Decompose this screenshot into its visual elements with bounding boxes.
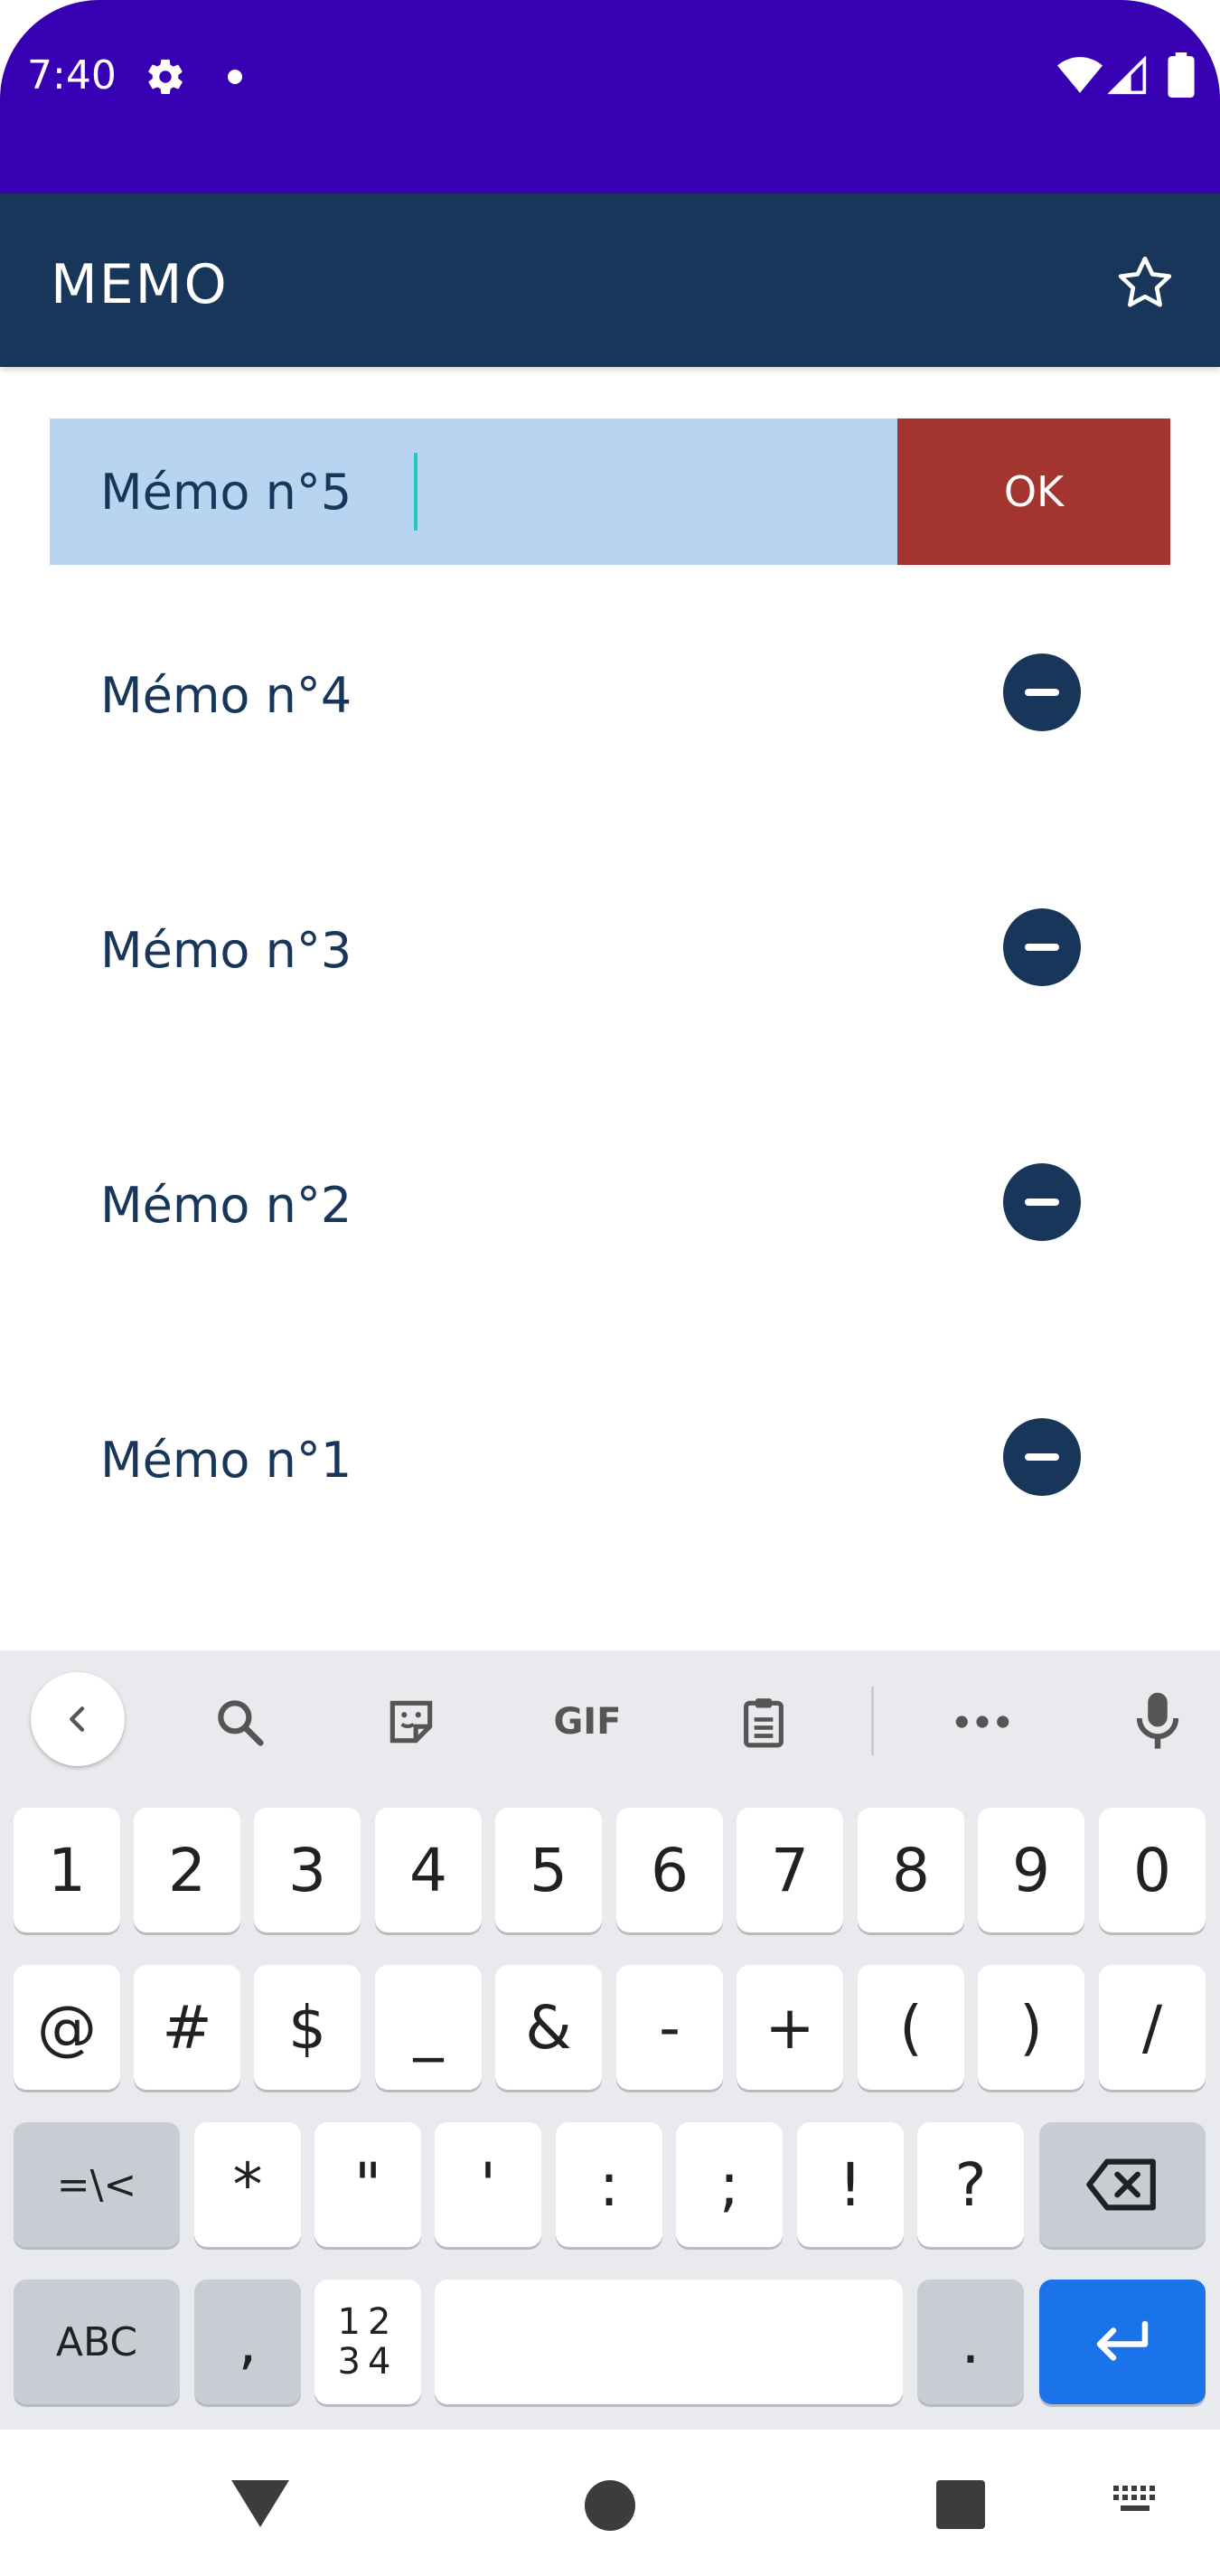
gif-label: GIF	[553, 1701, 622, 1743]
gif-icon[interactable]: GIF	[542, 1690, 633, 1753]
search-icon[interactable]	[208, 1690, 271, 1753]
remove-memo-button[interactable]	[1003, 653, 1081, 731]
space-key[interactable]	[435, 2280, 903, 2404]
chevron-left-icon[interactable]	[31, 1672, 125, 1766]
remove-memo-button[interactable]	[1003, 1163, 1081, 1241]
key-semicolon[interactable]: ;	[676, 2122, 783, 2247]
key-more-symbols[interactable]: =\<	[14, 2122, 180, 2247]
keyboard-switch-icon[interactable]	[1112, 2484, 1162, 2524]
key-slash[interactable]: /	[1099, 1965, 1206, 2090]
battery-icon	[1168, 52, 1195, 102]
key-double-quote[interactable]: "	[314, 2122, 421, 2247]
key-3[interactable]: 3	[254, 1808, 361, 1932]
key-plus[interactable]: +	[737, 1965, 843, 2090]
list-item[interactable]: Mémo n°4	[0, 566, 1220, 821]
key-9[interactable]: 9	[978, 1808, 1084, 1932]
key-dollar[interactable]: $	[254, 1965, 361, 2090]
remove-memo-button[interactable]	[1003, 908, 1081, 986]
status-bar: 7:40	[0, 0, 1220, 193]
key-8[interactable]: 8	[858, 1808, 964, 1932]
key-7[interactable]: 7	[737, 1808, 843, 1932]
key-hash[interactable]: #	[134, 1965, 240, 2090]
memo-label: Mémo n°2	[100, 1177, 352, 1234]
key-question[interactable]: ?	[917, 2122, 1024, 2247]
ok-button[interactable]: OK	[897, 418, 1170, 565]
clipboard-icon[interactable]	[732, 1690, 795, 1753]
key-ampersand[interactable]: &	[495, 1965, 602, 2090]
key-4[interactable]: 4	[375, 1808, 482, 1932]
numbers-key-top: 12	[337, 2301, 399, 2343]
key-asterisk[interactable]: *	[194, 2122, 301, 2247]
navigation-bar	[0, 2430, 1220, 2576]
abc-key[interactable]: ABC	[14, 2280, 180, 2404]
key-period[interactable]: .	[917, 2280, 1024, 2404]
key-6[interactable]: 6	[616, 1808, 723, 1932]
key-5[interactable]: 5	[495, 1808, 602, 1932]
enter-key[interactable]	[1039, 2280, 1206, 2404]
new-memo-row: OK	[50, 418, 1170, 565]
key-comma[interactable]: ,	[194, 2280, 301, 2404]
nav-recent-icon[interactable]	[936, 2480, 985, 2529]
text-caret	[414, 453, 418, 531]
backspace-key[interactable]	[1039, 2122, 1206, 2247]
list-item[interactable]: Mémo n°1	[0, 1330, 1220, 1585]
remove-memo-button[interactable]	[1003, 1418, 1081, 1496]
key-colon[interactable]: :	[556, 2122, 662, 2247]
memo-label: Mémo n°1	[100, 1432, 352, 1489]
key-minus[interactable]: -	[616, 1965, 723, 2090]
keyboard-toolbar: GIF	[0, 1650, 1220, 1788]
numbers-key-bottom: 34	[337, 2341, 399, 2383]
memo-label: Mémo n°4	[100, 667, 352, 724]
toolbar-divider	[871, 1687, 874, 1755]
key-single-quote[interactable]: '	[435, 2122, 541, 2247]
nav-back-icon[interactable]	[231, 2480, 289, 2527]
soft-keyboard: GIF 1 2 3 4 5 6 7 8 9 0 @ # $ _ & - + ( …	[0, 1650, 1220, 2430]
status-time: 7:40	[27, 52, 117, 99]
nav-home-icon[interactable]	[585, 2480, 635, 2531]
more-icon[interactable]	[951, 1690, 1014, 1753]
key-exclamation[interactable]: !	[797, 2122, 904, 2247]
page-title: MEMO	[51, 253, 229, 316]
signal-icon	[1107, 55, 1148, 100]
numbers-key[interactable]: 12 34	[314, 2280, 421, 2404]
app-bar: MEMO	[0, 193, 1220, 367]
key-1[interactable]: 1	[14, 1808, 120, 1932]
favorite-button[interactable]	[1113, 251, 1177, 315]
key-0[interactable]: 0	[1099, 1808, 1206, 1932]
key-underscore[interactable]: _	[375, 1965, 482, 2090]
memo-input[interactable]	[50, 418, 897, 565]
key-close-paren[interactable]: )	[978, 1965, 1084, 2090]
sticker-icon[interactable]	[380, 1690, 443, 1753]
key-2[interactable]: 2	[134, 1808, 240, 1932]
backspace-icon	[1086, 2158, 1156, 2211]
key-at[interactable]: @	[14, 1965, 120, 2090]
list-item[interactable]: Mémo n°3	[0, 821, 1220, 1076]
notification-dot-icon	[228, 70, 242, 84]
enter-icon	[1096, 2320, 1149, 2361]
gear-icon	[145, 56, 186, 102]
star-outline-icon	[1118, 256, 1172, 307]
memo-label: Mémo n°3	[100, 922, 352, 979]
microphone-icon[interactable]	[1126, 1690, 1189, 1753]
list-item[interactable]: Mémo n°2	[0, 1076, 1220, 1330]
wifi-icon	[1057, 56, 1103, 100]
key-open-paren[interactable]: (	[858, 1965, 964, 2090]
